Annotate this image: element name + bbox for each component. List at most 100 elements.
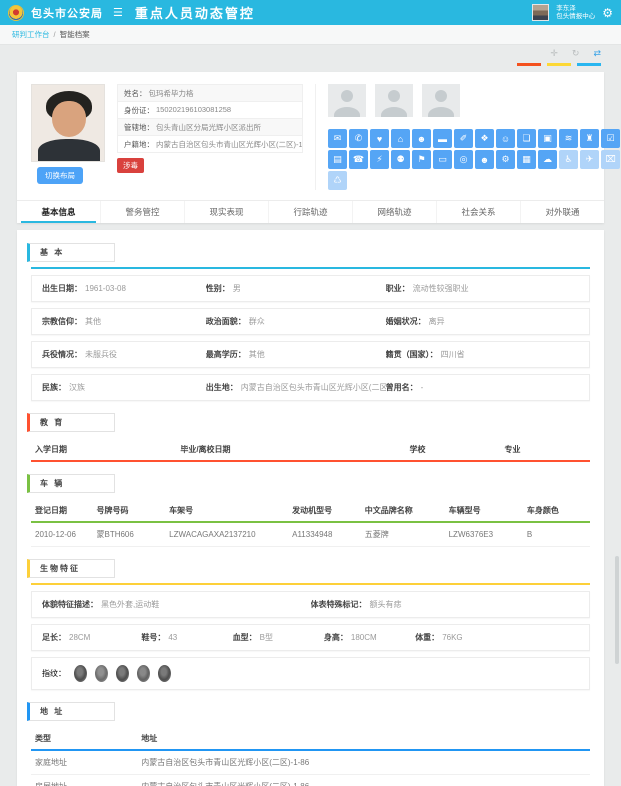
- basic-row: 民族：汉族 出生地：内蒙古自治区包头市青山区光辉小区(二区)-1-86 曾用名：…: [31, 374, 590, 401]
- vehicle-row: 2010-12-06 蒙BTH606 LZWACAGAXA2137210 A11…: [31, 522, 590, 547]
- addr-col-address: 地址: [137, 727, 590, 750]
- telephone-icon[interactable]: ☎: [349, 150, 368, 169]
- gender-label: 性别：: [206, 284, 230, 293]
- switch-layout-button[interactable]: 切换布局: [37, 167, 83, 184]
- field-id-value: 150202196103081258: [156, 105, 231, 116]
- weight-label: 体重：: [415, 633, 439, 642]
- hamburger-menu-icon[interactable]: ☰: [113, 6, 123, 19]
- education-table: 入学日期 毕业/离校日期 学校 专业: [31, 438, 590, 462]
- car-icon[interactable]: ❖: [475, 129, 494, 148]
- hotel-icon[interactable]: ▬: [433, 129, 452, 148]
- field-registered-value: 内蒙古自治区包头市青山区光辉小区(二区)-1-86: [156, 139, 303, 150]
- education-level-value: 其他: [249, 350, 265, 359]
- bed-icon[interactable]: ▭: [433, 150, 452, 169]
- check-icon[interactable]: ☑: [601, 129, 620, 148]
- ethnicity-value: 汉族: [69, 383, 85, 392]
- birthplace-value: 内蒙古自治区包头市青山区光辉小区(二区)-1-86: [241, 383, 386, 392]
- resize-icon[interactable]: ⇄: [593, 48, 601, 59]
- file-icon[interactable]: ❏: [517, 129, 536, 148]
- occupation-value: 流动性较强职业: [413, 284, 469, 293]
- photo-placeholder[interactable]: [328, 84, 366, 117]
- addr-type: 房屋地址: [31, 775, 137, 786]
- photo-placeholder[interactable]: [375, 84, 413, 117]
- app-name: 包头市公安局: [31, 5, 103, 21]
- appearance-value: 黑色外套,运动鞋: [101, 600, 159, 609]
- fingerprint-row: 指纹：: [31, 657, 590, 690]
- tab-police-control[interactable]: 警务管控: [100, 201, 184, 223]
- veh-col-brand: 中文品牌名称: [361, 499, 445, 522]
- refresh-icon[interactable]: ↻: [572, 48, 580, 59]
- bank-card-icon[interactable]: ▦: [517, 150, 536, 169]
- fullscreen-icon[interactable]: ✛: [550, 48, 558, 59]
- tag-icon[interactable]: ⚑: [412, 150, 431, 169]
- home-icon[interactable]: ⌂: [391, 129, 410, 148]
- veh-reg-date: 2010-12-06: [31, 522, 92, 547]
- id-card-icon[interactable]: ▤: [328, 150, 347, 169]
- tab-real-performance[interactable]: 现实表现: [184, 201, 268, 223]
- photo-placeholder[interactable]: [422, 84, 460, 117]
- app-header: 包头市公安局 ☰ 重点人员动态管控 李东泽 包头情报中心 ⚙: [0, 0, 621, 25]
- tab-movement-track[interactable]: 行踪轨迹: [268, 201, 352, 223]
- bank-icon[interactable]: ♜: [580, 129, 599, 148]
- field-jurisdiction: 管辖地： 包头青山区分局光辉小区派出所: [117, 118, 303, 135]
- section-address: 地 址 类型 地址 家庭地址 内蒙古自治区包头市青山区光辉小区(二区)-1-86…: [27, 701, 594, 786]
- user-avatar[interactable]: [532, 4, 549, 21]
- veh-col-color: 车身颜色: [523, 499, 590, 522]
- blood-type-value: B型: [260, 633, 273, 642]
- phone-icon[interactable]: ✆: [349, 129, 368, 148]
- chat-icon[interactable]: ✉: [328, 129, 347, 148]
- heart-icon[interactable]: ♥: [370, 129, 389, 148]
- religion-value: 其他: [85, 317, 101, 326]
- tab-basic-info[interactable]: 基本信息: [17, 201, 100, 223]
- user-name: 李东泽: [556, 5, 595, 13]
- tab-network-track[interactable]: 网络轨迹: [352, 201, 436, 223]
- political-value: 群众: [249, 317, 265, 326]
- users-icon[interactable]: ☻: [412, 129, 431, 148]
- basic-row: 兵役情况：未服兵役 最高学历：其他 籍贯（国家）：四川省: [31, 341, 590, 368]
- veh-engine: A11334948: [288, 522, 361, 547]
- section-biometric-title: 生物特征: [27, 559, 115, 578]
- user-meta[interactable]: 李东泽 包头情报中心: [556, 5, 595, 21]
- plane-icon[interactable]: ✈: [580, 150, 599, 169]
- vehicle-icon[interactable]: ⚙: [496, 150, 515, 169]
- height-label: 身高：: [324, 633, 348, 642]
- veh-col-engine: 发动机型号: [288, 499, 361, 522]
- wifi-icon[interactable]: ≋: [559, 129, 578, 148]
- section-vehicle: 车 辆 登记日期 号牌号码 车架号 发动机型号 中文品牌名称 车辆型号 车身颜色…: [27, 473, 594, 547]
- tab-external-contact[interactable]: 对外联通: [520, 201, 604, 223]
- cloud-icon[interactable]: ☁: [538, 150, 557, 169]
- veh-col-model: 车辆型号: [445, 499, 523, 522]
- education-icon[interactable]: ✐: [454, 129, 473, 148]
- veh-plate: 蒙BTH606: [92, 522, 165, 547]
- ethnicity-label: 民族：: [42, 383, 66, 392]
- tab-social-relations[interactable]: 社会关系: [436, 201, 520, 223]
- edu-col-major: 专业: [501, 438, 590, 461]
- luggage-icon[interactable]: ⌧: [601, 150, 620, 169]
- field-jurisdiction-value: 包头青山区分局光辉小区派出所: [156, 122, 261, 133]
- person-icon[interactable]: ☺: [496, 129, 515, 148]
- user-org: 包头情报中心: [556, 13, 595, 21]
- addr-col-type: 类型: [31, 727, 137, 750]
- signal-icon[interactable]: ⚡: [370, 150, 389, 169]
- taxi-icon[interactable]: ⚉: [391, 150, 410, 169]
- political-label: 政治面貌：: [206, 317, 246, 326]
- section-basic-title: 基 本: [27, 243, 115, 262]
- breadcrumb-parent[interactable]: 研判工作台: [12, 29, 50, 40]
- basic-row: 宗教信仰：其他 政治面貌：群众 婚姻状况：离异: [31, 308, 590, 335]
- image-icon[interactable]: ▣: [538, 129, 557, 148]
- profile-fields: 姓名： 包玛希毕力格 身份证： 150202196103081258 管辖地： …: [117, 84, 303, 190]
- veh-col-reg-date: 登记日期: [31, 499, 92, 522]
- card-toolbar: ✛ ↻ ⇄: [550, 48, 601, 59]
- wheelchair-icon[interactable]: ♿: [559, 150, 578, 169]
- occupation-label: 职业：: [386, 284, 410, 293]
- field-id-label: 身份证：: [124, 105, 154, 116]
- scrollbar-thumb[interactable]: [615, 556, 619, 664]
- trash-icon[interactable]: ♺: [328, 171, 347, 190]
- birthplace-label: 出生地：: [206, 383, 238, 392]
- user-icon[interactable]: ☻: [475, 150, 494, 169]
- blood-type-label: 血型：: [233, 633, 257, 642]
- section-address-title: 地 址: [27, 702, 115, 721]
- record-icon[interactable]: ◎: [454, 150, 473, 169]
- addr-type: 家庭地址: [31, 750, 137, 775]
- settings-gear-icon[interactable]: ⚙: [602, 6, 613, 20]
